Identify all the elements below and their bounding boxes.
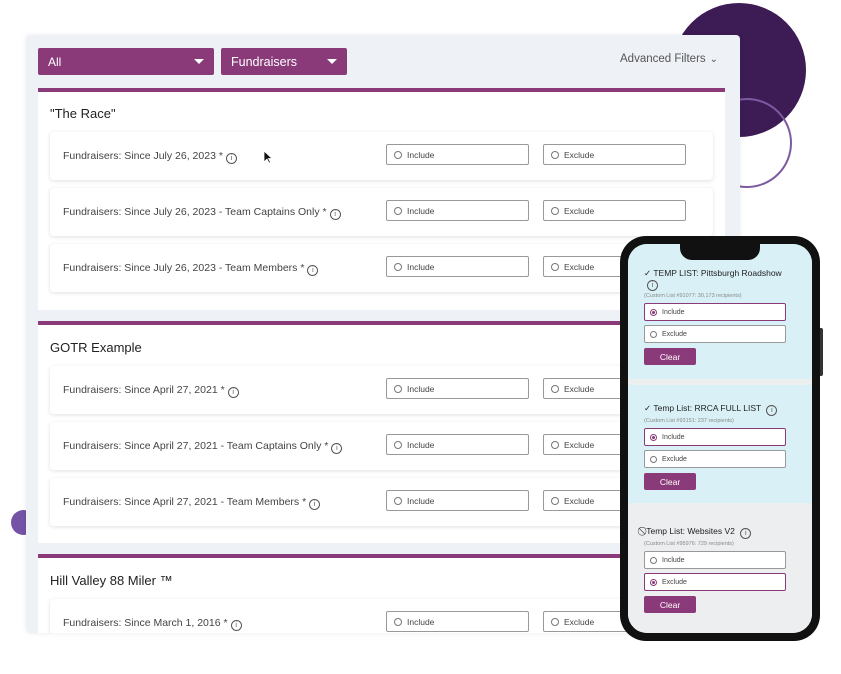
mouse-cursor-icon bbox=[263, 150, 273, 164]
section-title: Hill Valley 88 Miler ™ bbox=[50, 573, 173, 588]
status-dropdown[interactable]: All bbox=[38, 48, 214, 75]
exclude-option[interactable]: Exclude bbox=[543, 200, 686, 221]
row-label: Fundraisers: Since April 27, 2021 - Team… bbox=[63, 440, 343, 454]
list-subtitle: (Custom List #93151: 237 recipients) bbox=[644, 418, 734, 424]
advanced-filters-toggle[interactable]: Advanced Filters ⌄ bbox=[620, 53, 718, 65]
type-dropdown[interactable]: Fundraisers bbox=[221, 48, 347, 75]
info-icon[interactable]: i bbox=[766, 405, 778, 416]
list-item: Fundraisers: Since April 27, 2021 * i Inc… bbox=[50, 366, 713, 414]
list-item: Fundraisers: Since April 27, 2021 - Team… bbox=[50, 478, 713, 526]
exclude-option[interactable]: Exclude bbox=[644, 325, 786, 343]
info-icon[interactable]: i bbox=[225, 153, 237, 164]
advanced-filters-label: Advanced Filters bbox=[620, 53, 706, 65]
exclude-option[interactable]: Exclude bbox=[644, 573, 786, 591]
type-dropdown-value: Fundraisers bbox=[231, 54, 297, 69]
include-option[interactable]: Include bbox=[386, 434, 529, 455]
radio-icon bbox=[650, 330, 657, 338]
row-label: Fundraisers: Since March 1, 2016 * i bbox=[63, 617, 242, 631]
exclude-option[interactable]: Exclude bbox=[543, 144, 686, 165]
phone-side-button bbox=[820, 328, 823, 376]
list-item: Fundraisers: Since April 27, 2021 - Team… bbox=[50, 422, 713, 470]
radio-icon bbox=[551, 496, 559, 505]
chevron-down-icon: ⌄ bbox=[709, 53, 719, 65]
row-label: Fundraisers: Since April 27, 2021 * i bbox=[63, 384, 239, 398]
radio-icon bbox=[394, 440, 402, 449]
clear-button[interactable]: Clear bbox=[644, 473, 696, 490]
radio-icon bbox=[394, 150, 402, 159]
include-option[interactable]: Include bbox=[386, 611, 529, 632]
list-title: ⃠ Temp List: Websites V2 i bbox=[644, 526, 798, 539]
radio-icon bbox=[650, 556, 657, 564]
list-card: ✓ Temp List: RRCA FULL LIST i (Custom Li… bbox=[628, 385, 812, 503]
phone-mockup: ✓ TEMP LIST: Pittsburgh Roadshow i (Cust… bbox=[620, 236, 820, 641]
include-option[interactable]: Include bbox=[386, 144, 529, 165]
list-item: Fundraisers: Since July 26, 2023 * i Incl… bbox=[50, 132, 713, 180]
radio-icon bbox=[551, 262, 559, 271]
info-icon[interactable]: i bbox=[227, 387, 239, 398]
info-icon[interactable]: i bbox=[307, 265, 319, 276]
info-icon[interactable]: i bbox=[740, 528, 752, 539]
list-item: Fundraisers: Since July 26, 2023 - Team … bbox=[50, 188, 713, 236]
radio-icon bbox=[551, 440, 559, 449]
radio-icon bbox=[551, 150, 559, 159]
radio-icon bbox=[551, 384, 559, 393]
radio-icon bbox=[650, 308, 657, 316]
chevron-down-icon bbox=[327, 59, 337, 64]
info-icon[interactable]: i bbox=[331, 443, 343, 454]
row-label: Fundraisers: Since July 26, 2023 - Team … bbox=[63, 206, 341, 220]
radio-icon bbox=[551, 206, 559, 215]
list-card: ⃠ Temp List: Websites V2 i (Custom List … bbox=[628, 509, 812, 633]
include-option[interactable]: Include bbox=[386, 200, 529, 221]
include-option[interactable]: Include bbox=[386, 256, 529, 277]
phone-notch bbox=[680, 244, 760, 260]
include-option[interactable]: Include bbox=[644, 428, 786, 446]
radio-icon bbox=[394, 496, 402, 505]
list-item: Fundraisers: Since March 1, 2016 * i Incl… bbox=[50, 599, 713, 633]
clear-button[interactable]: Clear bbox=[644, 348, 696, 365]
list-title: ✓ Temp List: RRCA FULL LIST i bbox=[644, 403, 798, 416]
include-option[interactable]: Include bbox=[644, 303, 786, 321]
info-icon[interactable]: i bbox=[230, 620, 242, 631]
info-icon[interactable]: i bbox=[309, 499, 321, 510]
row-label: Fundraisers: Since July 26, 2023 * i bbox=[63, 150, 237, 164]
exclude-option[interactable]: Exclude bbox=[644, 450, 786, 468]
include-option[interactable]: Include bbox=[386, 490, 529, 511]
list-title: ✓ TEMP LIST: Pittsburgh Roadshow i bbox=[644, 268, 782, 291]
radio-icon bbox=[650, 455, 657, 463]
check-icon: ✓ bbox=[644, 403, 652, 413]
check-icon: ✓ bbox=[644, 268, 652, 278]
include-option[interactable]: Include bbox=[386, 378, 529, 399]
list-item: Fundraisers: Since July 26, 2023 - Team … bbox=[50, 244, 713, 292]
chevron-down-icon bbox=[194, 59, 204, 64]
status-dropdown-value: All bbox=[48, 54, 62, 69]
phone-screen: ✓ TEMP LIST: Pittsburgh Roadshow i (Cust… bbox=[628, 244, 812, 633]
info-icon[interactable]: i bbox=[647, 280, 658, 291]
radio-icon bbox=[394, 617, 402, 626]
radio-icon bbox=[650, 433, 657, 441]
row-label: Fundraisers: Since July 26, 2023 - Team … bbox=[63, 262, 319, 276]
radio-icon bbox=[650, 578, 657, 586]
list-card: ✓ TEMP LIST: Pittsburgh Roadshow i (Cust… bbox=[628, 244, 812, 379]
row-label: Fundraisers: Since April 27, 2021 - Team… bbox=[63, 496, 321, 510]
list-subtitle: (Custom List #91077: 30,173 recipients) bbox=[644, 293, 742, 299]
section-title: GOTR Example bbox=[50, 340, 142, 355]
radio-icon bbox=[394, 206, 402, 215]
radio-icon bbox=[394, 262, 402, 271]
section-title: "The Race" bbox=[50, 106, 116, 121]
radio-icon bbox=[551, 617, 559, 626]
include-option[interactable]: Include bbox=[644, 551, 786, 569]
info-icon[interactable]: i bbox=[329, 209, 341, 220]
clear-button[interactable]: Clear bbox=[644, 596, 696, 613]
list-subtitle: (Custom List #95976: 729 recipients) bbox=[644, 541, 734, 547]
radio-icon bbox=[394, 384, 402, 393]
